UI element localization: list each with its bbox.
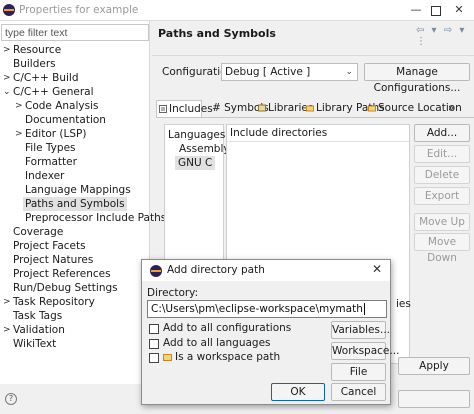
dialog-title: Add directory path xyxy=(167,264,265,276)
include-directories-header: Include directories xyxy=(227,125,409,142)
add-button[interactable]: Add... xyxy=(414,124,470,142)
back-forward-arrows-icon[interactable]: ⇦ ▾ ⇨ ▾ ⋮ xyxy=(416,25,474,47)
tab-library-paths[interactable]: Library Paths xyxy=(304,100,385,117)
tab-source-location[interactable]: Source Location xyxy=(366,100,462,117)
workspace-path-label[interactable]: Is a workspace path xyxy=(163,351,280,363)
dialog-titlebar: Add directory path ✕ xyxy=(142,260,390,281)
directory-value: C:\Users\pm\eclipse-workspace\mymath xyxy=(151,303,363,315)
tree-item-task-tags[interactable]: Task Tags xyxy=(13,309,62,323)
chevron-right-icon[interactable]: > xyxy=(3,295,11,309)
tree-item-label: C/C++ Build xyxy=(13,72,79,84)
manage-configurations-button[interactable]: Manage Configurations... xyxy=(364,63,470,94)
ok-button[interactable]: OK xyxy=(271,383,325,401)
include-partial-text: ies xyxy=(396,298,411,310)
tree-item-project-references[interactable]: Project References xyxy=(13,267,111,281)
language-item-gnu-c[interactable]: GNU C xyxy=(175,156,216,170)
add-directory-path-dialog: Add directory path ✕ Directory: C:\Users… xyxy=(141,259,399,405)
all-configurations-checkbox[interactable] xyxy=(149,324,159,334)
tree-item-label: C/C++ General xyxy=(13,86,94,98)
window-titlebar: Properties for example — ✕ xyxy=(0,0,474,21)
tree-item-formatter[interactable]: Formatter xyxy=(25,155,77,169)
tree-item-validation[interactable]: > Validation xyxy=(3,323,65,337)
tree-item-code-analysis[interactable]: > Code Analysis xyxy=(15,99,99,113)
tree-item-run-debug[interactable]: Run/Debug Settings xyxy=(13,281,118,295)
eclipse-app-icon xyxy=(150,265,162,277)
move-up-button[interactable]: Move Up xyxy=(414,213,470,231)
eclipse-app-icon xyxy=(3,4,15,16)
edit-button[interactable]: Edit... xyxy=(414,145,470,163)
tree-item-project-natures[interactable]: Project Natures xyxy=(13,253,93,267)
language-item-assembly[interactable]: Assembly xyxy=(179,142,230,156)
tree-item-task-repository[interactable]: > Task Repository xyxy=(3,295,95,309)
page-title: Paths and Symbols xyxy=(158,27,276,40)
all-configurations-label[interactable]: Add to all configurations xyxy=(163,322,291,334)
tree-item-label: Editor (LSP) xyxy=(25,128,87,140)
minimize-button[interactable]: — xyxy=(405,1,427,19)
workspace-path-text: Is a workspace path xyxy=(175,351,281,363)
includes-icon xyxy=(159,105,167,113)
tree-item-project-facets[interactable]: Project Facets xyxy=(13,239,86,253)
tree-item-label: Task Repository xyxy=(13,296,95,308)
apply-and-close-button[interactable] xyxy=(398,390,470,408)
chevron-right-icon[interactable]: > xyxy=(15,127,23,141)
workspace-path-checkbox[interactable] xyxy=(149,353,159,363)
tree-item-coverage[interactable]: Coverage xyxy=(13,225,63,239)
tree-item-language-mappings[interactable]: Language Mappings xyxy=(25,183,131,197)
tab-overflow-button[interactable]: » xyxy=(446,100,460,117)
close-window-button[interactable]: ✕ xyxy=(448,1,470,19)
tree-item-cpp-general[interactable]: ⌄ C/C++ General xyxy=(3,85,94,99)
libraries-icon xyxy=(258,104,266,112)
tree-item-builders[interactable]: Builders xyxy=(13,57,56,71)
header-divider xyxy=(152,55,474,56)
tab-includes[interactable]: Includes xyxy=(156,100,213,117)
tree-item-wikitext[interactable]: WikiText xyxy=(13,337,56,351)
tab-symbols[interactable]: # Symbols xyxy=(204,100,269,117)
delete-button[interactable]: Delete xyxy=(414,166,470,184)
languages-header: Languages xyxy=(168,129,226,141)
dialog-close-button[interactable]: ✕ xyxy=(372,262,382,276)
tree-item-cpp-build[interactable]: > C/C++ Build xyxy=(3,71,79,85)
tree-item-label: Resource xyxy=(13,44,62,56)
export-button[interactable]: Export xyxy=(414,187,470,205)
apply-button[interactable]: Apply xyxy=(398,357,470,375)
tree-item-resource[interactable]: > Resource xyxy=(3,43,62,57)
chevron-right-icon[interactable]: > xyxy=(15,99,23,113)
tree-item-label: Validation xyxy=(13,324,65,336)
chevron-right-icon[interactable]: > xyxy=(3,71,11,85)
move-down-button[interactable]: Move Down xyxy=(414,233,470,264)
configuration-value: Debug [ Active ] xyxy=(225,66,311,78)
tree-item-label: Code Analysis xyxy=(25,100,99,112)
text-caret xyxy=(363,303,365,315)
folder-icon xyxy=(163,354,172,361)
tab-libraries[interactable]: Libraries xyxy=(256,100,313,117)
directory-label: Directory: xyxy=(147,287,199,299)
library-paths-icon xyxy=(306,105,314,112)
window-title: Properties for example xyxy=(19,4,139,16)
filter-input[interactable] xyxy=(1,24,149,41)
tree-item-documentation[interactable]: Documentation xyxy=(25,113,106,127)
tree-item-paths-and-symbols[interactable]: Paths and Symbols xyxy=(23,197,127,211)
configuration-select[interactable]: Debug [ Active ] ⌄ xyxy=(221,63,358,81)
chevron-down-icon[interactable]: ⌄ xyxy=(3,85,11,99)
directory-input[interactable]: C:\Users\pm\eclipse-workspace\mymath xyxy=(147,300,387,318)
all-languages-checkbox[interactable] xyxy=(149,339,159,349)
cancel-button[interactable]: Cancel xyxy=(331,383,386,401)
help-icon[interactable]: ? xyxy=(5,393,17,405)
all-languages-label[interactable]: Add to all languages xyxy=(163,337,271,349)
maximize-button[interactable] xyxy=(425,1,447,19)
chevron-right-icon[interactable]: > xyxy=(3,43,11,57)
source-location-icon xyxy=(368,105,376,112)
chevron-right-icon[interactable]: > xyxy=(3,323,11,337)
tree-item-file-types[interactable]: File Types xyxy=(25,141,76,155)
variables-button[interactable]: Variables... xyxy=(331,321,390,339)
tree-item-indexer[interactable]: Indexer xyxy=(25,169,64,183)
file-system-button[interactable]: File system... xyxy=(331,363,386,394)
tab-strip: Includes # Symbols Libraries Library Pat… xyxy=(156,100,474,117)
tree-item-editor-lsp[interactable]: > Editor (LSP) xyxy=(15,127,87,141)
chevron-down-icon: ⌄ xyxy=(345,67,353,77)
property-tree-panel: >Resource Builders >C/C++ Build ⌄C/C++ G… xyxy=(0,21,182,384)
workspace-button[interactable]: Workspace... xyxy=(331,342,399,360)
